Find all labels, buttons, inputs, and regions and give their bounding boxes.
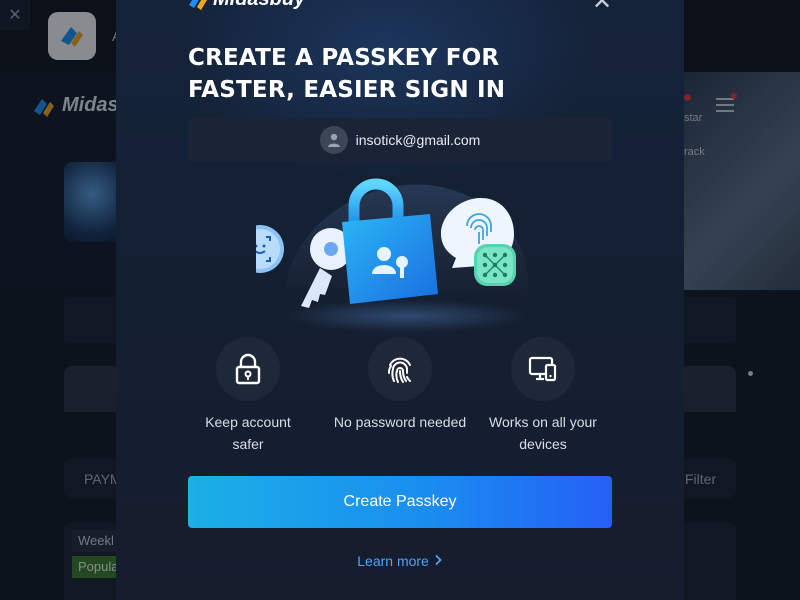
modal-logo: Midasbuy (188, 0, 305, 11)
passkey-modal: Midasbuy ✕ CREATE A PASSKEY FOR FASTER, … (116, 0, 684, 600)
feature-all-devices: Works on all your devices (480, 337, 606, 455)
learn-more-link[interactable]: Learn more (116, 552, 684, 569)
create-passkey-button[interactable]: Create Passkey (188, 476, 612, 528)
avatar (319, 126, 348, 154)
feature-label: Works on all your devices (489, 414, 597, 452)
close-icon: ✕ (591, 0, 613, 15)
feature-no-password: No password needed (325, 337, 475, 433)
chevron-right-icon (433, 553, 443, 569)
devices-icon (528, 356, 557, 382)
modal-logo-text: Midasbuy (213, 0, 305, 11)
pattern-lock-icon (474, 244, 516, 286)
account-email: insotick@gmail.com (355, 132, 481, 148)
close-button[interactable]: ✕ (590, 0, 614, 14)
face-id-icon (256, 225, 284, 273)
feature-safer: Keep account safer (188, 337, 308, 455)
feature-icon-circle (511, 337, 575, 401)
lock-icon (235, 353, 261, 385)
feature-icon-circle (368, 337, 432, 401)
passkey-illustration (256, 178, 528, 332)
learn-more-label: Learn more (357, 553, 429, 570)
midasbuy-logo-icon (189, 0, 207, 10)
fingerprint-icon (387, 357, 411, 383)
user-icon (327, 133, 340, 147)
account-email-box: insotick@gmail.com (188, 118, 612, 162)
feature-list: Keep account safer No password needed Wo… (188, 337, 612, 457)
feature-label: No password needed (333, 414, 467, 430)
modal-title: CREATE A PASSKEY FOR FASTER, EASIER SIGN… (188, 45, 506, 103)
feature-icon-circle (216, 337, 280, 401)
feature-label: Keep account safer (205, 414, 291, 452)
